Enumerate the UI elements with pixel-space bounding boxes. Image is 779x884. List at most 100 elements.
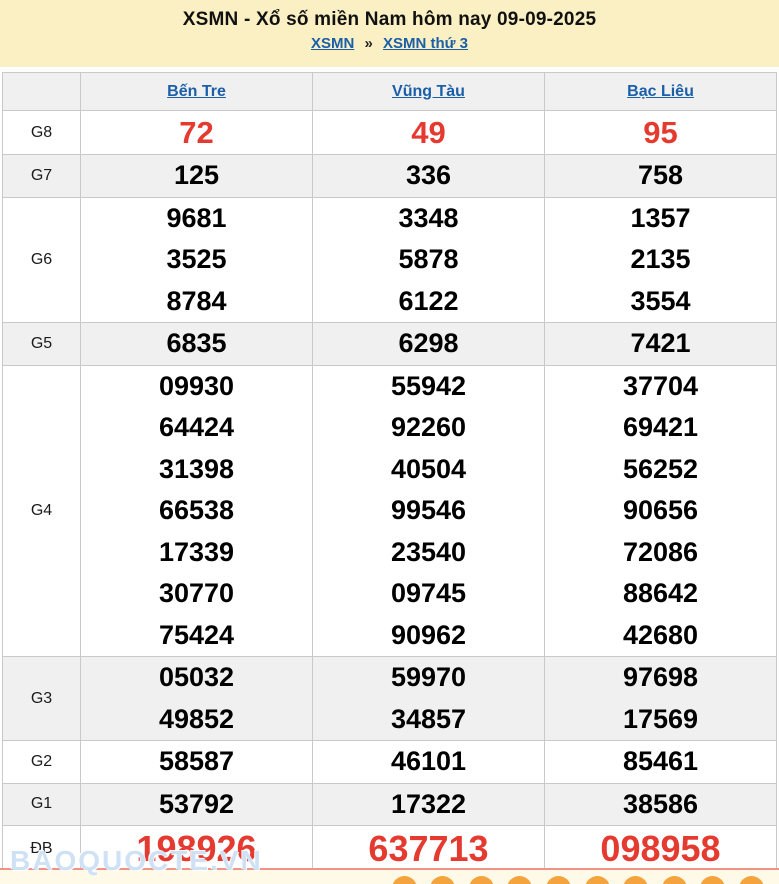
prize-number: 56252 (622, 453, 699, 484)
prize-cell: 53792 (80, 782, 313, 826)
prize-number: 37704 (622, 370, 699, 401)
prize-label: G2 (2, 740, 81, 784)
prize-number: 46101 (390, 746, 467, 776)
prize-cell: 05032 49852 (80, 656, 313, 741)
prize-number: 637713 (368, 828, 489, 869)
prize-number: 97698 (622, 662, 699, 692)
prize-number: 9681 (166, 202, 227, 233)
table-row: G8 72 49 95 (2, 110, 777, 155)
prize-number: 6835 (166, 328, 227, 358)
prize-number: 88642 (622, 578, 699, 608)
prize-number: 69421 (622, 412, 699, 442)
lotto-ball (545, 876, 571, 884)
prize-number: 7421 (630, 328, 691, 358)
prize-label: G3 (2, 656, 81, 741)
breadcrumb: XSMN » XSMN thứ 3 (0, 35, 779, 52)
prize-number: 72 (179, 115, 214, 150)
prize-label: G5 (2, 322, 81, 366)
prize-cell: 9681 3525 8784 (80, 196, 313, 323)
prize-number: 75424 (158, 619, 235, 650)
province-header: Bến Tre (80, 72, 313, 111)
breadcrumb-link-xsmn[interactable]: XSMN (311, 35, 354, 52)
province-link-1[interactable]: Vũng Tàu (392, 83, 465, 100)
prize-number: 58587 (158, 746, 235, 776)
prize-number: 758 (637, 160, 684, 190)
prize-number: 3525 (166, 244, 227, 274)
page-title: XSMN - Xổ số miền Nam hôm nay 09-09-2025 (182, 9, 597, 30)
prize-number: 31398 (158, 453, 235, 484)
prize-number: 3554 (630, 285, 691, 316)
prize-cell: 59970 34857 (312, 656, 545, 741)
lottery-results-page: XSMN - Xổ số miền Nam hôm nay 09-09-2025… (0, 0, 779, 884)
prize-cell: 3348 5878 6122 (312, 196, 545, 323)
lotto-ball (738, 876, 764, 884)
prize-cell: 125 (80, 154, 313, 198)
prize-number: 90962 (390, 619, 467, 650)
prize-number: 90656 (622, 495, 699, 525)
prize-number: 17339 (158, 536, 235, 567)
prize-number: 40504 (390, 453, 467, 484)
prize-label: G1 (2, 782, 81, 826)
prize-number: 99546 (390, 495, 467, 525)
prize-number: 17569 (622, 703, 699, 734)
table-row: G3 05032 49852 59970 34857 97698 17569 (2, 656, 777, 741)
prize-cell: 09930 64424 31398 66538 17339 30770 75424 (80, 364, 313, 657)
page-header: XSMN - Xổ số miền Nam hôm nay 09-09-2025… (0, 0, 779, 67)
prize-cell: 95 (544, 110, 777, 155)
prize-number: 85461 (622, 746, 699, 776)
lotto-ball (661, 876, 687, 884)
prize-number: 49852 (158, 703, 235, 734)
prize-number: 72086 (622, 536, 699, 567)
lotto-ball (623, 876, 649, 884)
prize-number: 64424 (158, 412, 235, 442)
prize-number: 38586 (622, 788, 699, 819)
province-link-2[interactable]: Bạc Liêu (627, 83, 694, 100)
prize-cell: 098958 (544, 825, 777, 872)
prize-cell: 198926 (80, 825, 313, 872)
prize-cell: 38586 (544, 782, 777, 826)
province-link-0[interactable]: Bến Tre (167, 83, 226, 100)
prize-number: 2135 (630, 244, 691, 274)
prize-cell: 49 (312, 110, 545, 155)
lotto-ball (391, 876, 417, 884)
breadcrumb-separator: » (364, 35, 373, 52)
lotto-ball (468, 876, 494, 884)
prize-number: 30770 (158, 578, 235, 608)
prize-number: 17322 (390, 788, 467, 819)
prize-number: 92260 (390, 412, 467, 442)
prize-cell: 336 (312, 154, 545, 198)
prize-label: ĐB (2, 825, 81, 872)
province-header: Bạc Liêu (544, 72, 777, 111)
results-table-head: Bến Tre Vũng Tàu Bạc Liêu (2, 72, 777, 111)
prize-cell: 7421 (544, 322, 777, 366)
prize-number: 42680 (622, 619, 699, 650)
table-row: G4 09930 64424 31398 66538 17339 30770 75424 559… (2, 364, 777, 657)
lotto-ball (700, 876, 726, 884)
prize-number: 8784 (166, 285, 227, 316)
prize-cell: 37704 69421 56252 90656 72086 88642 42680 (544, 364, 777, 657)
lotto-ball-strip (0, 868, 779, 884)
prize-cell: 97698 17569 (544, 656, 777, 741)
results-table-body: G8 72 49 95 G7 125 336 758 G6 9681 3525 8784 3348 587… (2, 110, 777, 872)
lotto-ball (507, 876, 533, 884)
prize-cell: 55942 92260 40504 99546 23540 09745 90962 (312, 364, 545, 657)
prize-number: 3348 (398, 202, 459, 233)
prize-cell: 46101 (312, 740, 545, 784)
prize-cell: 72 (80, 110, 313, 155)
prize-cell: 1357 2135 3554 (544, 196, 777, 323)
prize-number: 098958 (600, 828, 721, 869)
prize-number: 125 (173, 160, 220, 190)
prize-cell: 758 (544, 154, 777, 198)
prize-number: 49 (411, 115, 446, 150)
prize-number: 09745 (390, 578, 467, 608)
prize-label: G8 (2, 110, 81, 155)
prize-number: 09930 (158, 370, 235, 401)
prize-number: 53792 (158, 788, 235, 819)
lotto-ball (430, 876, 456, 884)
results-table: Bến Tre Vũng Tàu Bạc Liêu G8 72 49 95 G7 125 336… (2, 72, 777, 872)
prize-cell: 58587 (80, 740, 313, 784)
table-row: G7 125 336 758 (2, 154, 777, 198)
prize-number: 95 (643, 115, 678, 150)
prize-number: 6122 (398, 285, 459, 316)
breadcrumb-link-xsmn-thu-3[interactable]: XSMN thứ 3 (383, 35, 468, 52)
